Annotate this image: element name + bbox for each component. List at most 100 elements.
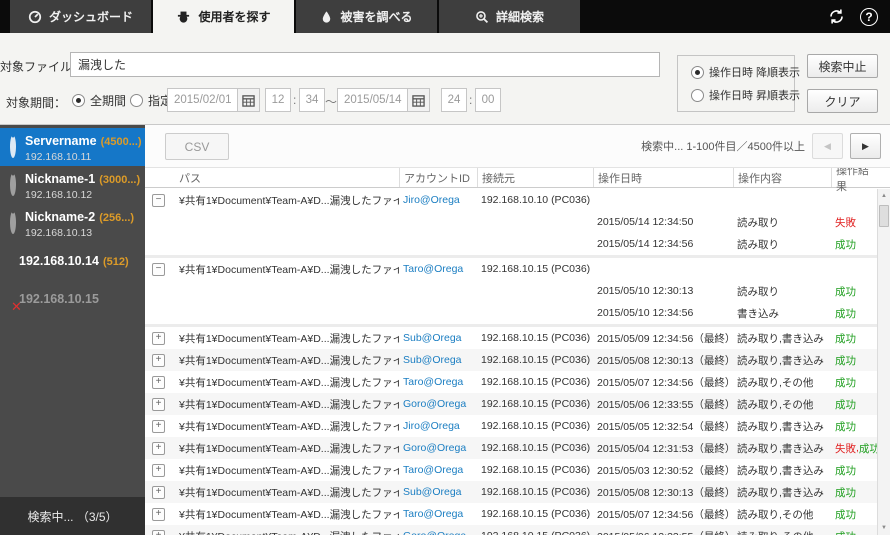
clear-button[interactable]: クリア: [807, 89, 878, 113]
table-row[interactable]: +¥共有1¥Document¥Team-A¥D...漏洩したファイル.pdfTa…: [145, 503, 877, 525]
account-link[interactable]: Goro@Orega: [403, 398, 466, 410]
path-cell: [177, 211, 399, 233]
tab-advanced-search[interactable]: 詳細検索: [439, 0, 580, 33]
sort-asc-radio[interactable]: 操作日時 昇順表示: [691, 87, 800, 103]
results-toolbar: CSV 検索中... 1-100件目／4500件以上 ◀ ▶: [145, 125, 890, 168]
expand-toggle[interactable]: +: [152, 398, 165, 411]
expand-cell: +: [145, 393, 177, 415]
table-detail-row[interactable]: 2015/05/10 12:34:56書き込み成功: [145, 302, 877, 324]
column-path[interactable]: パス: [177, 168, 399, 187]
account-link[interactable]: Taro@Orega: [403, 508, 463, 520]
table-row[interactable]: +¥共有1¥Document¥Team-A¥D...漏洩したファイル.pdfGo…: [145, 437, 877, 459]
account-link[interactable]: Taro@Orega: [403, 464, 463, 476]
result-cell: 成功: [831, 371, 877, 393]
table-row[interactable]: +¥共有1¥Document¥Team-A¥D...漏洩したファイル.pdfJi…: [145, 415, 877, 437]
server-item[interactable]: 192.168.10.14(512): [0, 242, 145, 280]
scroll-down-icon[interactable]: ▼: [878, 521, 890, 535]
period-all-radio[interactable]: 全期間: [72, 92, 126, 109]
account-link[interactable]: Goro@Orega: [403, 442, 466, 454]
path-cell: ¥共有1¥Document¥Team-A¥D...漏洩したファイル.pdf: [177, 525, 399, 535]
result-text: 成功: [835, 284, 856, 299]
account-link[interactable]: Jiro@Orega: [403, 194, 460, 206]
tab-find-users[interactable]: 使用者を探す: [153, 0, 294, 33]
prev-page-button[interactable]: ◀: [812, 133, 843, 159]
operation-cell: 読み取り,書き込み: [733, 459, 831, 481]
result-text: 失敗: [835, 215, 856, 230]
result-cell: 成功: [831, 481, 877, 503]
target-period-label: 対象期間：: [0, 94, 66, 111]
refresh-icon[interactable]: [826, 7, 846, 27]
stop-search-button[interactable]: 検索中止: [807, 54, 878, 78]
column-operation[interactable]: 操作内容: [733, 168, 831, 187]
table-row[interactable]: +¥共有1¥Document¥Team-A¥D...漏洩したファイル.pdfTa…: [145, 371, 877, 393]
table-row[interactable]: +¥共有1¥Document¥Team-A¥D...漏洩したファイル.pdfGo…: [145, 393, 877, 415]
minute-to-field[interactable]: 00: [475, 88, 501, 112]
expand-toggle[interactable]: +: [152, 376, 165, 389]
account-link[interactable]: Sub@Orega: [403, 332, 462, 344]
table-row[interactable]: +¥共有1¥Document¥Team-A¥D...漏洩したファイル.pdfSu…: [145, 327, 877, 349]
collapse-toggle[interactable]: −: [152, 194, 165, 207]
server-item[interactable]: ✕192.168.10.15: [0, 280, 145, 318]
server-result-count: (512): [103, 256, 129, 268]
collapse-toggle[interactable]: −: [152, 263, 165, 276]
path-cell: [177, 233, 399, 255]
hour-to-field[interactable]: 24: [441, 88, 467, 112]
expand-toggle[interactable]: +: [152, 354, 165, 367]
server-name-line: Nickname-2(256...): [25, 208, 134, 226]
scroll-up-icon[interactable]: ▲: [878, 189, 890, 203]
column-source[interactable]: 接続元: [477, 168, 593, 187]
operation-cell: 読み取り,書き込み: [733, 415, 831, 437]
column-datetime[interactable]: 操作日時: [593, 168, 733, 187]
table-row[interactable]: +¥共有1¥Document¥Team-A¥D...漏洩したファイル.pdfTa…: [145, 459, 877, 481]
table-detail-row[interactable]: 2015/05/10 12:30:13読み取り成功: [145, 280, 877, 302]
date-from-field[interactable]: 2015/02/01: [167, 88, 238, 112]
account-link[interactable]: Jiro@Orega: [403, 420, 460, 432]
expand-toggle[interactable]: +: [152, 464, 165, 477]
table-row[interactable]: + ¥共有1¥Document¥Team-A¥D...漏洩したファイル.pdf Go…: [145, 525, 877, 535]
account-link[interactable]: Sub@Orega: [403, 354, 462, 366]
top-navigation-bar: ダッシュボード 使用者を探す 被害を調べる: [0, 0, 890, 33]
account-link[interactable]: Taro@Orega: [403, 263, 463, 275]
expand-toggle[interactable]: +: [152, 486, 165, 499]
date-to-field[interactable]: 2015/05/14: [337, 88, 408, 112]
server-item[interactable]: Servername(4500...)192.168.10.11: [0, 128, 145, 166]
next-page-button[interactable]: ▶: [850, 133, 881, 159]
tab-dashboard[interactable]: ダッシュボード: [10, 0, 151, 33]
sort-desc-radio[interactable]: 操作日時 降順表示: [691, 64, 800, 80]
server-item[interactable]: Nickname-1(3000...)192.168.10.12: [0, 166, 145, 204]
result-cell: 成功: [831, 233, 877, 255]
sort-order-panel: 操作日時 降順表示 操作日時 昇順表示: [677, 55, 795, 112]
vertical-scrollbar[interactable]: ▲ ▼: [877, 189, 890, 535]
column-account-id[interactable]: アカウントID: [399, 168, 477, 187]
table-row[interactable]: +¥共有1¥Document¥Team-A¥D...漏洩したファイル.pdfSu…: [145, 481, 877, 503]
target-file-input[interactable]: [70, 52, 660, 77]
expand-toggle[interactable]: +: [152, 508, 165, 521]
table-detail-row[interactable]: 2015/05/14 12:34:56読み取り成功: [145, 233, 877, 255]
scrollbar-thumb[interactable]: [879, 205, 889, 227]
server-item[interactable]: Nickname-2(256...)192.168.10.13: [0, 204, 145, 242]
column-result[interactable]: 操作結果: [831, 168, 877, 187]
expand-toggle[interactable]: +: [152, 442, 165, 455]
expand-toggle[interactable]: +: [152, 332, 165, 345]
table-row[interactable]: −¥共有1¥Document¥Team-A¥D...漏洩したファイル.pdfTa…: [145, 258, 877, 280]
period-specified-radio[interactable]: 指定: [130, 92, 172, 109]
calendar-icon[interactable]: [408, 88, 430, 112]
tab-investigate-damage[interactable]: 被害を調べる: [296, 0, 437, 33]
topbar-actions: ?: [826, 0, 878, 33]
calendar-icon[interactable]: [238, 88, 260, 112]
csv-export-button[interactable]: CSV: [165, 133, 229, 160]
account-link[interactable]: Goro@Orega: [403, 530, 466, 535]
help-icon[interactable]: ?: [860, 8, 878, 26]
minute-from-field[interactable]: 34: [299, 88, 325, 112]
table-row[interactable]: +¥共有1¥Document¥Team-A¥D...漏洩したファイル.pdfSu…: [145, 349, 877, 371]
table-row[interactable]: −¥共有1¥Document¥Team-A¥D...漏洩したファイル.pdfJi…: [145, 189, 877, 211]
source-cell: 192.168.10.15 (PC036): [477, 459, 593, 481]
account-link[interactable]: Taro@Orega: [403, 376, 463, 388]
hour-from-field[interactable]: 12: [265, 88, 291, 112]
result-text: 成功: [835, 375, 856, 390]
server-text: Nickname-1(3000...)192.168.10.12: [25, 170, 140, 201]
expand-toggle[interactable]: +: [152, 530, 165, 535]
table-detail-row[interactable]: 2015/05/14 12:34:50読み取り失敗: [145, 211, 877, 233]
account-link[interactable]: Sub@Orega: [403, 486, 462, 498]
expand-toggle[interactable]: +: [152, 420, 165, 433]
